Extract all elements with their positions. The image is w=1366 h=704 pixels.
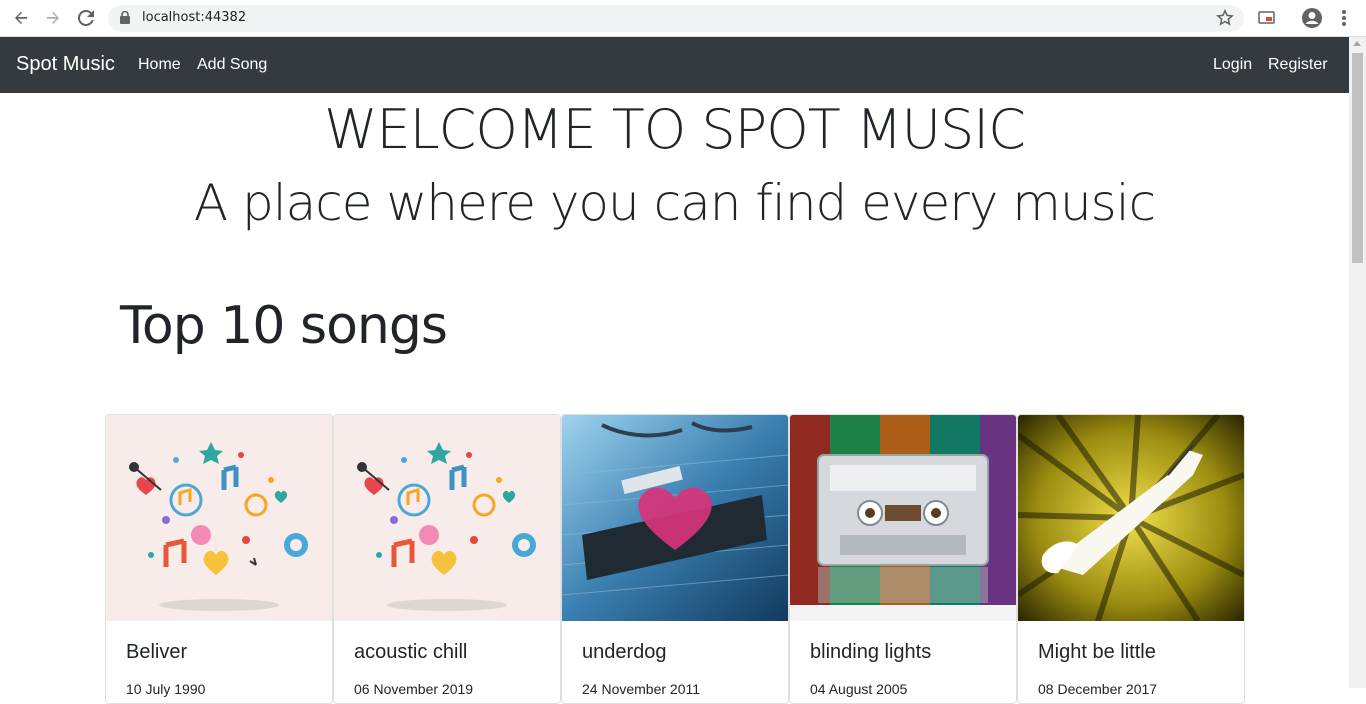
- forward-icon[interactable]: [42, 7, 64, 29]
- browser-toolbar: localhost:44382: [0, 0, 1366, 37]
- address-bar[interactable]: localhost:44382: [108, 5, 1244, 32]
- song-cover-image: [1018, 415, 1244, 621]
- nav-register-link[interactable]: Register: [1268, 56, 1328, 74]
- song-cover-image: [334, 415, 560, 621]
- song-title: underdog: [582, 641, 667, 663]
- lock-icon: [120, 10, 130, 29]
- scroll-thumb[interactable]: [1352, 53, 1363, 263]
- nav-add-song-link[interactable]: Add Song: [197, 56, 267, 74]
- hero-title: WELCOME TO SPOT MUSIC: [324, 98, 1026, 161]
- song-cover-image: [790, 415, 1016, 621]
- song-cover-image: [106, 415, 332, 621]
- section-title: Top 10 songs: [120, 296, 448, 356]
- song-date: 08 December 2017: [1038, 681, 1158, 697]
- song-card[interactable]: Might be little 08 December 2017: [1017, 414, 1245, 704]
- reload-icon[interactable]: [75, 7, 97, 29]
- song-date: 24 November 2011: [582, 681, 701, 697]
- menu-icon[interactable]: [1333, 7, 1355, 29]
- site-navbar: Spot Music Home Add Song Login Register: [0, 37, 1349, 93]
- song-card[interactable]: underdog 24 November 2011: [561, 414, 789, 704]
- hero-subtitle: A place where you can find every music: [193, 174, 1156, 232]
- song-card[interactable]: acoustic chill 06 November 2019: [333, 414, 561, 704]
- song-title: acoustic chill: [354, 641, 468, 663]
- scroll-up-icon[interactable]: [1353, 41, 1361, 46]
- brand-link[interactable]: Spot Music: [16, 53, 115, 76]
- song-title: blinding lights: [810, 641, 932, 663]
- cast-icon[interactable]: [1256, 7, 1278, 29]
- song-title: Beliver: [126, 641, 188, 663]
- page-scrollbar[interactable]: [1349, 37, 1366, 688]
- song-card[interactable]: Beliver 10 July 1990: [105, 414, 333, 704]
- song-title: Might be little: [1038, 641, 1156, 663]
- back-icon[interactable]: [10, 7, 32, 29]
- song-date: 04 August 2005: [810, 681, 908, 697]
- nav-home-link[interactable]: Home: [138, 56, 181, 74]
- song-date: 06 November 2019: [354, 681, 474, 697]
- song-date: 10 July 1990: [126, 681, 206, 697]
- bookmark-star-icon[interactable]: [1216, 8, 1234, 32]
- song-card[interactable]: blinding lights 04 August 2005: [789, 414, 1017, 704]
- song-cover-image: [562, 415, 788, 621]
- url-text: localhost:44382: [142, 10, 247, 25]
- nav-login-link[interactable]: Login: [1213, 56, 1252, 74]
- profile-icon[interactable]: [1301, 7, 1323, 29]
